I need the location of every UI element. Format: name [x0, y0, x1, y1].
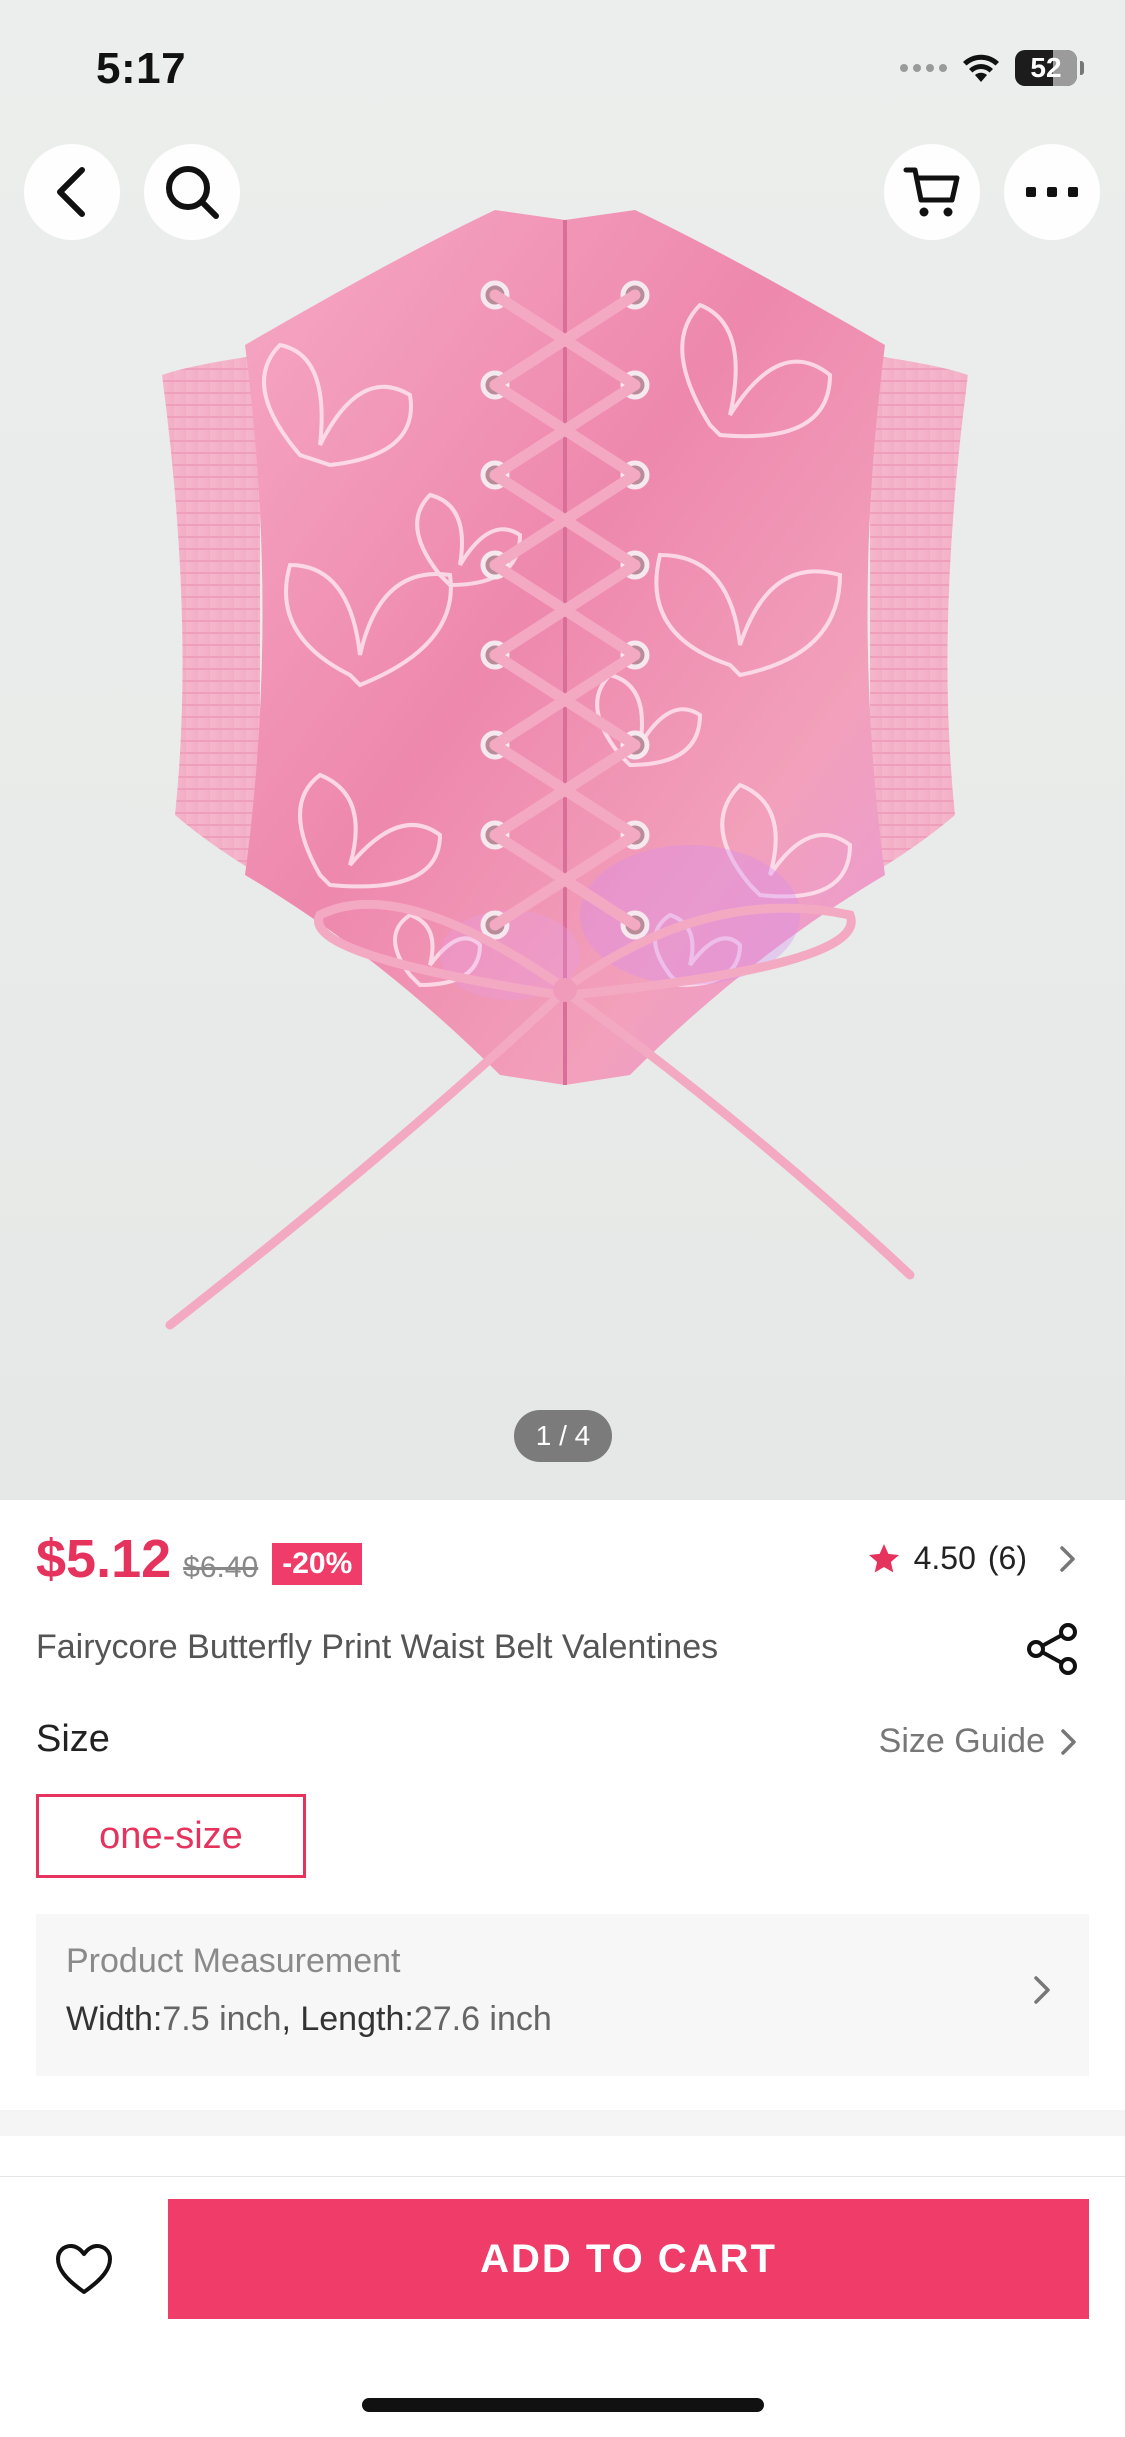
home-indicator[interactable] [362, 2398, 764, 2412]
sale-price: $5.12 [36, 1529, 172, 1589]
more-options-button[interactable] [1004, 144, 1100, 240]
battery-icon: 52 [1015, 50, 1084, 86]
cellular-signal-icon [900, 64, 947, 72]
product-image[interactable] [150, 195, 980, 1345]
wishlist-button[interactable] [48, 2233, 120, 2305]
width-label: Width: [66, 2000, 163, 2038]
share-icon [1027, 1623, 1077, 1675]
measurement-values: Width:7.5 inch, Length:27.6 inch [66, 2000, 552, 2039]
size-option-one-size[interactable]: one-size [36, 1794, 306, 1878]
price-row: $5.12 $6.40 -20% [36, 1528, 363, 1590]
star-icon [868, 1543, 899, 1572]
product-measurement-card[interactable]: Product Measurement Width:7.5 inch, Leng… [36, 1914, 1089, 2076]
status-icons: 52 [900, 44, 1084, 92]
rating-link[interactable]: 4.50 (6) [866, 1540, 1079, 1577]
measurement-title: Product Measurement [66, 1942, 401, 1980]
image-counter: 1 / 4 [514, 1410, 612, 1462]
review-count: (6) [987, 1540, 1027, 1576]
size-label: Size [36, 1718, 110, 1760]
rating-value: 4.50 [913, 1540, 976, 1576]
product-title: Fairycore Butterfly Print Waist Belt Val… [36, 1628, 719, 1666]
product-gallery[interactable]: 5:17 52 1 / 4 [0, 0, 1125, 1500]
more-icon [1026, 187, 1078, 197]
back-button[interactable] [24, 144, 120, 240]
chevron-right-icon [1061, 1728, 1076, 1755]
chevron-right-icon [1034, 1976, 1050, 2004]
add-to-cart-button[interactable]: ADD TO CART [168, 2199, 1089, 2319]
length-label: Length: [300, 2000, 414, 2038]
share-button[interactable] [1024, 1620, 1082, 1678]
size-guide-link[interactable]: Size Guide [879, 1722, 1079, 1761]
chevron-right-icon [1060, 1545, 1075, 1572]
wifi-icon [963, 54, 999, 82]
title-row: Fairycore Butterfly Print Waist Belt Val… [36, 1623, 1086, 1675]
width-value: 7.5 inch [162, 2000, 282, 2038]
heart-icon [56, 2244, 112, 2294]
back-arrow-icon [57, 167, 85, 217]
measurement-separator: , [281, 2000, 301, 2038]
status-time: 5:17 [96, 44, 187, 93]
section-divider [0, 2110, 1125, 2136]
size-guide-label: Size Guide [878, 1722, 1045, 1760]
length-value: 27.6 inch [413, 2000, 552, 2038]
discount-badge: -20% [272, 1543, 363, 1585]
original-price: $6.40 [183, 1551, 259, 1584]
